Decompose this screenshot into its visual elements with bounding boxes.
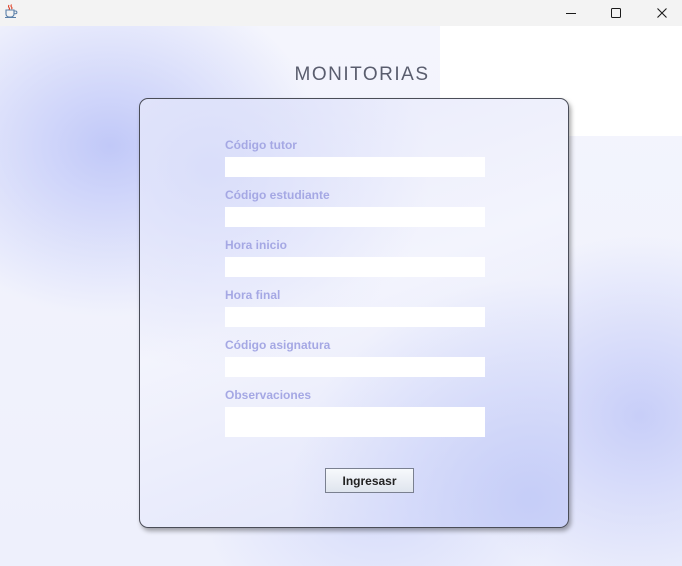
page-title: MONITORIAS — [294, 64, 430, 85]
codigo-asignatura-input[interactable] — [225, 357, 485, 377]
codigo-tutor-input[interactable] — [225, 157, 485, 177]
observaciones-textarea[interactable] — [225, 407, 485, 437]
hora-inicio-input[interactable] — [225, 257, 485, 277]
form-card: Código tutor Código estudiante Hora inic… — [139, 98, 569, 528]
form-panel: MONITORIAS Código tutor Código estudiant… — [0, 26, 682, 566]
codigo-tutor-label: Código tutor — [225, 138, 297, 152]
minimize-icon — [565, 7, 577, 19]
codigo-estudiante-label: Código estudiante — [225, 188, 330, 202]
close-button[interactable] — [640, 0, 682, 26]
minimize-button[interactable] — [549, 0, 593, 26]
codigo-asignatura-label: Código asignatura — [225, 338, 331, 352]
observaciones-label: Observaciones — [225, 388, 312, 402]
codigo-estudiante-input[interactable] — [225, 207, 485, 227]
java-cup-icon — [3, 3, 19, 19]
hora-final-input[interactable] — [225, 307, 485, 327]
hora-inicio-label: Hora inicio — [225, 238, 288, 252]
hora-final-label: Hora final — [225, 288, 281, 302]
maximize-button[interactable] — [594, 0, 638, 26]
application-window: MONITORIAS Código tutor Código estudiant… — [0, 0, 682, 566]
title-bar[interactable] — [0, 0, 682, 26]
ingresar-button[interactable]: Ingresasr — [325, 468, 414, 493]
maximize-icon — [610, 7, 622, 19]
close-icon — [656, 7, 668, 19]
